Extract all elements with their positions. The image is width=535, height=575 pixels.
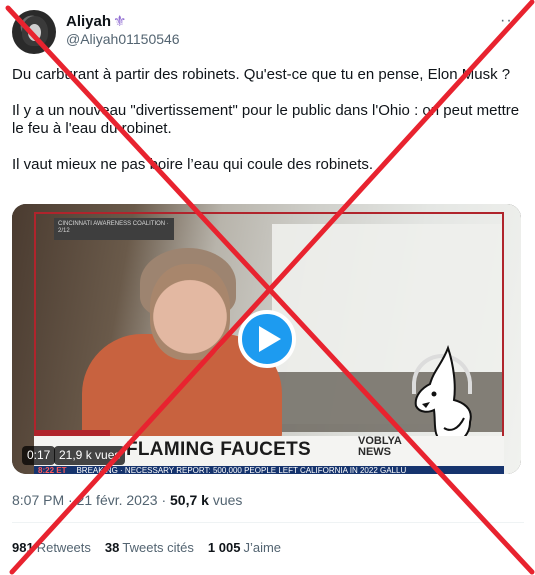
video-time-badge: 0:17: [22, 446, 56, 465]
meta-separator: ·: [161, 492, 167, 508]
quotes-label: Tweets cités: [122, 540, 194, 555]
view-count: 50,7 k: [170, 492, 209, 508]
quotes-stat[interactable]: 38 Tweets cités: [105, 540, 194, 555]
video-headline: FLAMING FAUCETS: [126, 439, 311, 460]
author-name-row[interactable]: Aliyah ⚜: [66, 12, 127, 31]
divider: [12, 522, 524, 523]
author-handle[interactable]: @Aliyah01150546: [66, 31, 180, 47]
retweets-label: Retweets: [36, 540, 91, 555]
retweets-count: 981: [12, 540, 34, 555]
video-player[interactable]: CINCINNATI AWARENESS COALITION · 2/12 FL…: [12, 204, 521, 474]
tweet-meta: 8:07 PM · 21 févr. 2023 · 50,7 k vues: [12, 492, 242, 508]
engagement-stats: 981 Retweets 38 Tweets cités 1 005 J’aime: [12, 540, 281, 555]
likes-stat[interactable]: 1 005 J’aime: [208, 540, 281, 555]
shark-doodle-icon: [414, 345, 472, 446]
fleur-de-lis-icon: ⚜: [113, 13, 127, 30]
play-icon: [258, 326, 281, 352]
video-network-logo: VOBLYA NEWS: [358, 436, 402, 458]
tweet-paragraph: Il y a un nouveau "divertissement" pour …: [12, 102, 524, 137]
author-name[interactable]: Aliyah: [66, 13, 111, 30]
view-label: vues: [212, 492, 243, 508]
tweet-text: Du carburant à partir des robinets. Qu'e…: [12, 66, 524, 192]
likes-label: J’aime: [243, 540, 282, 555]
tweet-date[interactable]: 21 févr. 2023: [77, 492, 158, 508]
avatar[interactable]: [12, 10, 56, 54]
likes-count: 1 005: [207, 540, 241, 555]
more-options-icon[interactable]: ···: [500, 12, 519, 30]
tweet-time[interactable]: 8:07 PM: [12, 492, 64, 508]
video-news-ticker: 8:22 ET BREAKING · NECESSARY REPORT: 500,…: [34, 466, 504, 474]
quotes-count: 38: [104, 540, 120, 555]
meta-separator: ·: [68, 492, 73, 508]
video-network-line2: NEWS: [358, 446, 391, 458]
retweets-stat[interactable]: 981 Retweets: [12, 540, 91, 555]
video-views-badge: 21,9 k vues: [54, 446, 126, 465]
tweet-paragraph: Du carburant à partir des robinets. Qu'e…: [12, 66, 511, 83]
avatar-face: [28, 24, 41, 41]
play-button[interactable]: [238, 310, 296, 368]
video-corner-caption: CINCINNATI AWARENESS COALITION · 2/12: [54, 218, 174, 240]
tweet-paragraph: Il vaut mieux ne pas boire l’eau qui cou…: [12, 156, 374, 173]
ticker-tag: 8:22 ET: [38, 466, 67, 474]
ticker-text: BREAKING · NECESSARY REPORT: 500,000 PEO…: [76, 466, 407, 474]
